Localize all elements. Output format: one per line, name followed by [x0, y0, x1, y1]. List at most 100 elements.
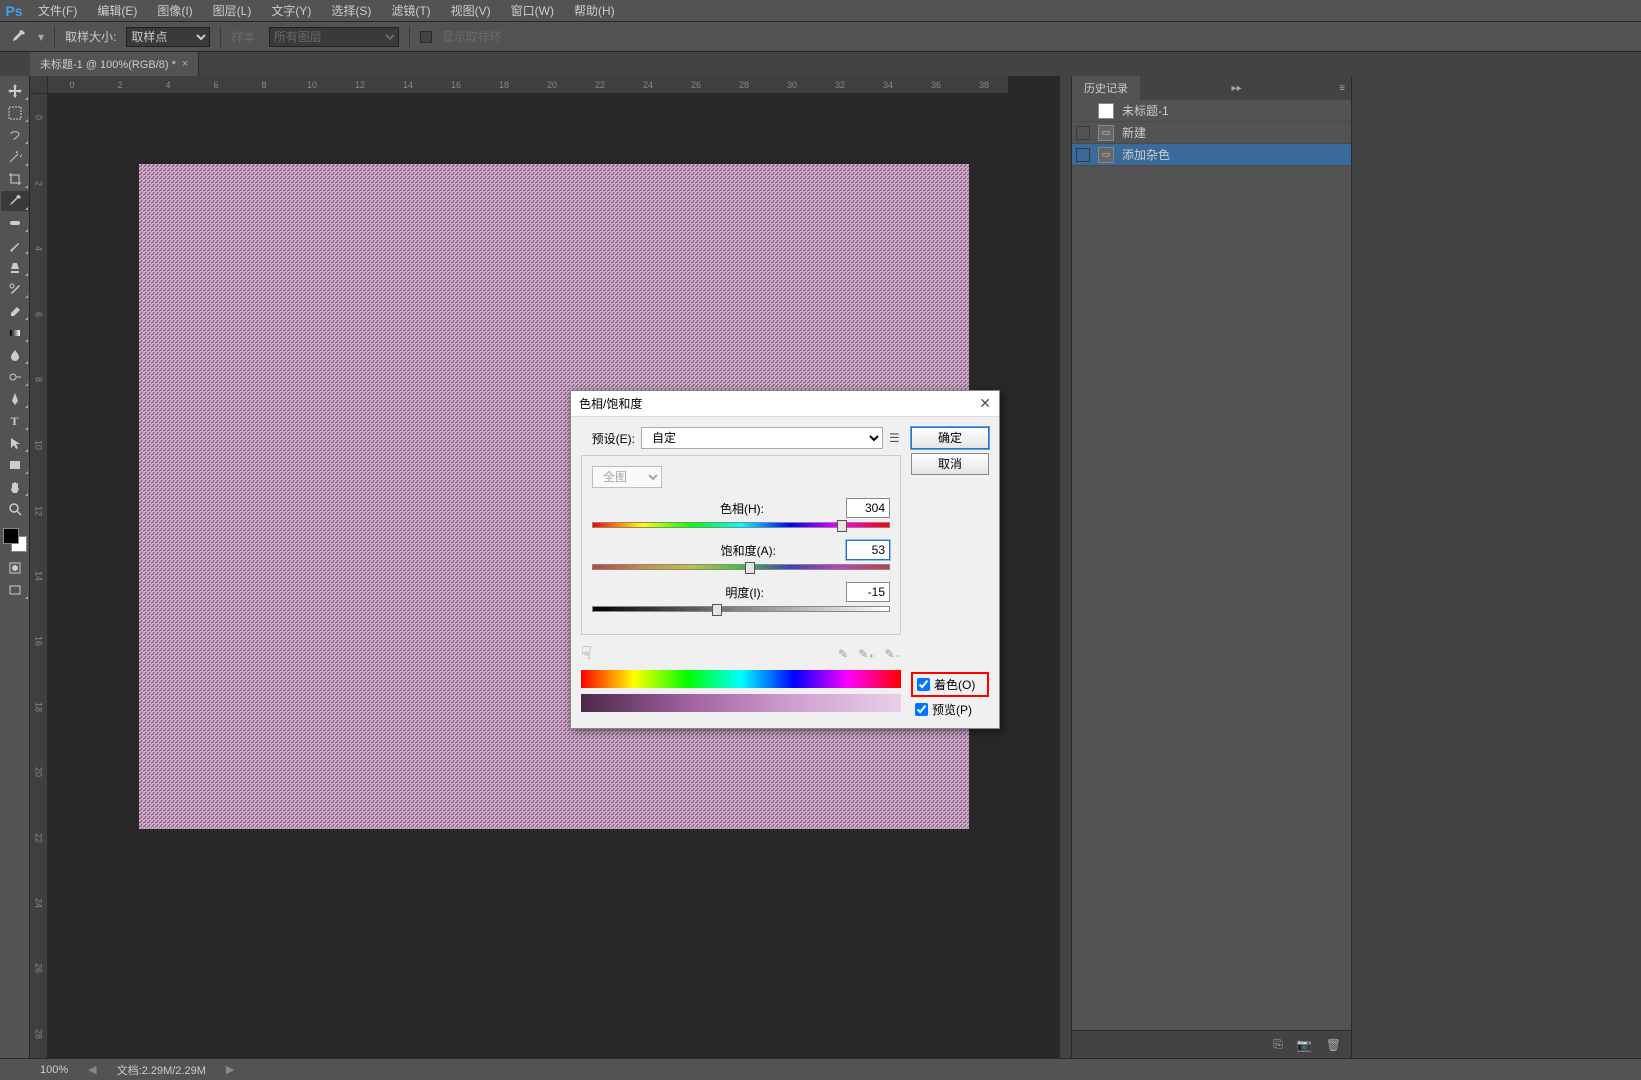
preset-label: 预设(E):: [581, 430, 635, 447]
doc-info[interactable]: 文档:2.29M/2.29M: [117, 1062, 206, 1078]
ruler-horizontal[interactable]: 02468101214161820222426283032343638: [48, 76, 1008, 94]
arrow-left-icon[interactable]: ◀: [88, 1063, 96, 1076]
menu-help[interactable]: 帮助(H): [564, 0, 625, 21]
hand-tool[interactable]: [1, 477, 29, 497]
menu-edit[interactable]: 编辑(E): [87, 0, 147, 21]
pen-tool[interactable]: [1, 389, 29, 409]
document-tab[interactable]: 未标题-1 @ 100%(RGB/8) * ×: [30, 52, 199, 76]
options-bar: ▾ 取样大小: 取样点 样本: 所有图层 显示取样环: [0, 22, 1641, 52]
menu-view[interactable]: 视图(V): [441, 0, 501, 21]
healing-brush-tool[interactable]: [1, 213, 29, 233]
history-snapshot-label: 未标题-1: [1122, 102, 1169, 119]
ok-button[interactable]: 确定: [911, 427, 989, 449]
hue-saturation-dialog: 色相/饱和度 ✕ 预设(E): 自定 ☰ 全图: [570, 390, 1000, 729]
show-ring-checkbox[interactable]: [420, 31, 432, 43]
panel-empty-area: [1072, 166, 1351, 1030]
close-icon[interactable]: ×: [182, 58, 188, 70]
hue-slider[interactable]: [592, 522, 890, 530]
menu-type[interactable]: 文字(Y): [261, 0, 321, 21]
panel-expand-icon[interactable]: ▸▸: [1232, 83, 1242, 94]
marquee-tool[interactable]: [1, 103, 29, 123]
path-selection-tool[interactable]: [1, 433, 29, 453]
lightness-slider[interactable]: [592, 606, 890, 614]
gradient-tool[interactable]: [1, 323, 29, 343]
arrow-right-icon[interactable]: ▶: [226, 1063, 234, 1076]
dialog-titlebar[interactable]: 色相/饱和度 ✕: [571, 391, 999, 417]
preset-select[interactable]: 自定: [641, 427, 883, 449]
move-tool[interactable]: [1, 81, 29, 101]
tool-preset-chevron-icon[interactable]: ▾: [38, 30, 44, 44]
saturation-input[interactable]: 53: [846, 540, 890, 560]
menu-file[interactable]: 文件(F): [28, 0, 87, 21]
eraser-tool[interactable]: [1, 301, 29, 321]
screen-mode-toggle[interactable]: [1, 580, 29, 600]
foreground-color-swatch[interactable]: [3, 528, 19, 544]
toolbox: T: [0, 76, 30, 1058]
saturation-slider[interactable]: [592, 564, 890, 572]
hue-input[interactable]: 304: [846, 498, 890, 518]
dodge-tool[interactable]: [1, 367, 29, 387]
history-brush-tool[interactable]: [1, 279, 29, 299]
preset-menu-icon[interactable]: ☰: [889, 431, 901, 445]
spectrum-input: [581, 670, 901, 688]
history-item-label: 新建: [1122, 124, 1146, 141]
history-visibility-toggle[interactable]: [1076, 148, 1090, 162]
eyedropper-tool[interactable]: [1, 191, 29, 211]
history-visibility-toggle[interactable]: [1076, 126, 1090, 140]
preview-label: 预览(P): [932, 701, 972, 718]
colorize-label: 着色(O): [934, 676, 975, 693]
quick-mask-toggle[interactable]: [1, 558, 29, 578]
eyedropper-icon[interactable]: ✎: [838, 647, 848, 661]
color-swatches[interactable]: [3, 528, 27, 552]
colorize-checkbox[interactable]: [917, 678, 930, 691]
right-gutter: [1351, 76, 1641, 1058]
document-icon: [1098, 103, 1114, 119]
close-icon[interactable]: ✕: [979, 395, 991, 412]
trash-icon[interactable]: 🗑: [1326, 1038, 1341, 1052]
eyedropper-add-icon[interactable]: ✎₊: [858, 647, 874, 661]
menu-filter[interactable]: 滤镜(T): [381, 0, 440, 21]
sample-size-select[interactable]: 取样点: [126, 27, 210, 47]
eyedropper-subtract-icon[interactable]: ✎₋: [885, 647, 901, 661]
magic-wand-tool[interactable]: [1, 147, 29, 167]
history-item[interactable]: ▭ 添加杂色: [1072, 144, 1351, 166]
menu-layer[interactable]: 图层(L): [203, 0, 262, 21]
snapshot-icon[interactable]: 📷: [1297, 1038, 1312, 1052]
zoom-level[interactable]: 100%: [40, 1064, 68, 1076]
channel-select[interactable]: 全图: [592, 466, 662, 488]
dialog-title-text: 色相/饱和度: [579, 395, 642, 412]
menu-window[interactable]: 窗口(W): [501, 0, 564, 21]
history-item-label: 添加杂色: [1122, 146, 1170, 163]
adjustment-fieldset: 全图 色相(H): 304 饱和度(A): [581, 455, 901, 635]
history-item[interactable]: ▭ 新建: [1072, 122, 1351, 144]
filter-icon: ▭: [1098, 147, 1114, 163]
menu-image[interactable]: 图像(I): [147, 0, 202, 21]
colorize-highlight: 着色(O): [911, 672, 989, 697]
lasso-tool[interactable]: [1, 125, 29, 145]
rectangle-tool[interactable]: [1, 455, 29, 475]
clone-stamp-tool[interactable]: [1, 257, 29, 277]
zoom-tool[interactable]: [1, 499, 29, 519]
sample-size-label: 取样大小:: [65, 28, 116, 45]
panel-tabs: 历史记录 ▸▸ ≡: [1072, 76, 1351, 100]
type-tool[interactable]: T: [1, 411, 29, 431]
panel-collapse-handle[interactable]: [1059, 76, 1071, 1058]
canvas-area: 02468101214161820222426283032343638 0246…: [30, 76, 1059, 1058]
lightness-input[interactable]: -15: [846, 582, 890, 602]
sample-select[interactable]: 所有图层: [269, 27, 399, 47]
preview-checkbox[interactable]: [915, 703, 928, 716]
menu-select[interactable]: 选择(S): [321, 0, 381, 21]
history-panel-tab[interactable]: 历史记录: [1072, 76, 1140, 100]
brush-tool[interactable]: [1, 235, 29, 255]
spectrum-output: [581, 694, 901, 712]
saturation-label: 饱和度(A):: [721, 542, 776, 559]
crop-tool[interactable]: [1, 169, 29, 189]
blur-tool[interactable]: [1, 345, 29, 365]
ruler-vertical[interactable]: 0246810121416182022242628: [30, 94, 48, 1058]
scrubby-icon[interactable]: ☟: [581, 643, 592, 664]
create-document-icon[interactable]: ⎘: [1273, 1037, 1283, 1052]
history-snapshot[interactable]: 未标题-1: [1072, 100, 1351, 122]
document-tabs-bar: 未标题-1 @ 100%(RGB/8) * ×: [0, 52, 1641, 76]
panel-menu-icon[interactable]: ≡: [1339, 83, 1345, 94]
cancel-button[interactable]: 取消: [911, 453, 989, 475]
